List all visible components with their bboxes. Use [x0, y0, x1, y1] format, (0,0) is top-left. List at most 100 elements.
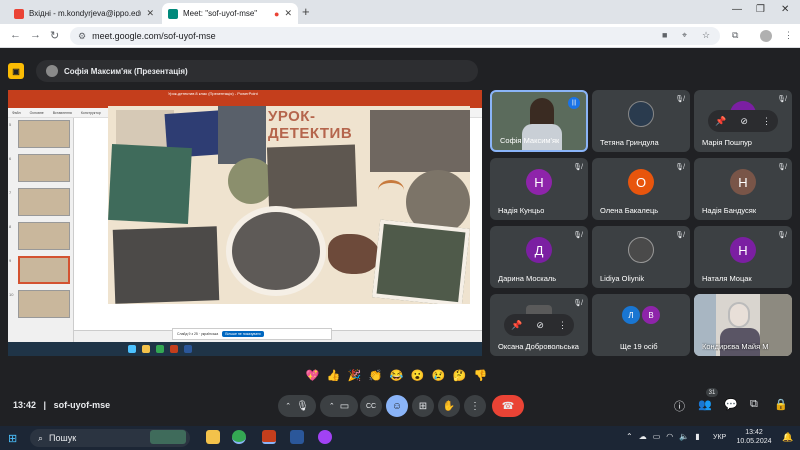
language-indicator[interactable]: УКР	[713, 434, 726, 441]
close-window-icon[interactable]: ✕	[781, 4, 789, 15]
emoji-icon: ☺	[391, 400, 403, 412]
participant-tile[interactable]: ||| Софія Максим'як	[490, 90, 588, 152]
battery-icon[interactable]: ▮	[695, 432, 699, 441]
notice-button[interactable]: Більше не показувати	[222, 331, 264, 337]
search-placeholder: Пошук	[49, 433, 77, 443]
powerpoint-icon[interactable]	[262, 430, 276, 444]
presenter-label: Софія Максим'як (Презентація)	[64, 66, 188, 76]
more-options-icon[interactable]: ⋮	[558, 320, 567, 331]
camera-permission-icon[interactable]: ■	[662, 30, 667, 40]
reaction-thumbs-down[interactable]: 👎	[472, 367, 489, 384]
participant-tile[interactable]: 🎙︎̸ М 📌 ⊘ ⋮ Марія Пошпур	[694, 90, 792, 152]
bookmark-star-icon[interactable]: ☆	[702, 30, 710, 41]
participant-tile[interactable]: 🎙︎̸ Тетяна Гриндула	[592, 90, 690, 152]
camera-button[interactable]: ⌃ ▭	[320, 395, 358, 417]
activities-icon[interactable]: ⧉	[750, 398, 758, 411]
participant-tile[interactable]: 🎙︎̸ Н Надія Кунцьо	[490, 158, 588, 220]
close-tab-icon[interactable]: ✕	[284, 8, 292, 19]
captions-button[interactable]: CC	[360, 395, 382, 417]
more-options-button[interactable]: ⋮	[464, 395, 486, 417]
notice-text: Слайд 9 з 25 · українська	[177, 332, 219, 336]
ribbon-tab: Основне	[29, 110, 44, 115]
pin-icon[interactable]: 📌	[511, 320, 522, 331]
chevron-up-icon[interactable]: ⌃	[285, 402, 291, 410]
wifi-icon[interactable]: ◠	[666, 432, 673, 441]
back-arrow-icon[interactable]: ←	[10, 29, 21, 41]
present-button[interactable]: ⊞	[412, 395, 434, 417]
location-icon[interactable]: ⌖	[682, 30, 687, 41]
participant-name: Кондирєва Майя М	[702, 342, 769, 351]
participant-avatar: О	[628, 169, 654, 195]
participant-tile[interactable]: 🎙︎̸ 📌 ⊘ ⋮ Оксана Добровольська	[490, 294, 588, 356]
people-icon[interactable]: 👥	[698, 398, 712, 411]
emoji-reactions-button[interactable]: ☺	[386, 395, 408, 417]
reaction-laugh[interactable]: 😂	[388, 367, 405, 384]
chat-icon[interactable]: 💬	[724, 398, 738, 411]
more-options-icon[interactable]: ⋮	[762, 116, 771, 127]
omnibox[interactable]: ⚙ meet.google.com/sof-uyof-mse	[70, 27, 720, 45]
pin-icon[interactable]: 📌	[715, 116, 726, 127]
mute-icon[interactable]: ⊘	[536, 320, 544, 331]
chevron-up-icon[interactable]: ⌃	[626, 432, 633, 441]
meeting-details-icon[interactable]: ⓘ	[674, 398, 685, 414]
tab-gmail[interactable]: Вхідні - m.kondyrjeva@ippo.edu.te ✕	[8, 3, 160, 24]
minimize-icon[interactable]: —	[732, 4, 742, 15]
reaction-clap[interactable]: 👏	[367, 367, 384, 384]
more-participants-tile[interactable]: Л В Ще 19 осіб	[592, 294, 690, 356]
weather-widget-icon[interactable]	[150, 430, 186, 444]
maximize-icon[interactable]: ❐	[756, 4, 765, 15]
file-explorer-icon[interactable]	[206, 430, 220, 444]
profile-avatar[interactable]	[760, 30, 772, 42]
participant-name: Софія Максим'як	[500, 136, 560, 145]
new-tab-button[interactable]: +	[302, 4, 310, 19]
reload-icon[interactable]: ↻	[50, 29, 59, 42]
ribbon-tab: Вставлення	[52, 110, 72, 115]
site-info-icon[interactable]: ⚙	[78, 31, 86, 42]
participant-tile[interactable]: 🎙︎̸ О Олена Бакалець	[592, 158, 690, 220]
reaction-thumbs-up[interactable]: 👍	[325, 367, 342, 384]
taskbar-clock[interactable]: 13:42 10.05.2024	[734, 428, 774, 446]
captions-icon: CC	[365, 402, 377, 410]
tab-meet[interactable]: Meet: "sof-uyof-mse" ● ✕	[162, 3, 298, 24]
thumb-number: 9	[9, 258, 12, 263]
reaction-sad[interactable]: 😢	[430, 367, 447, 384]
close-tab-icon[interactable]: ✕	[146, 8, 154, 19]
chevron-up-icon[interactable]: ⌃	[329, 402, 335, 410]
notifications-icon[interactable]: 🔔	[782, 432, 793, 443]
avatar-initial: В	[648, 310, 654, 320]
reaction-heart[interactable]: 💖	[304, 367, 321, 384]
extensions-icon[interactable]: ⧉	[732, 30, 738, 41]
thumb-number: 10	[9, 292, 14, 297]
volume-icon[interactable]: 🔈	[679, 432, 689, 441]
reaction-party[interactable]: 🎉	[346, 367, 363, 384]
participant-tile[interactable]: 🎙︎̸ Д Дарина Москаль	[490, 226, 588, 288]
participant-tile[interactable]: Кондирєва Майя М	[694, 294, 792, 356]
participant-tile[interactable]: 🎙︎̸ Lidiya Oliynik	[592, 226, 690, 288]
mic-muted-icon: 🎙︎̸	[573, 232, 582, 239]
host-controls-icon[interactable]: 🔒	[774, 398, 788, 411]
network-icon[interactable]: ▭	[653, 432, 661, 441]
mic-muted-icon: 🎙︎̸	[777, 96, 786, 103]
participant-tile[interactable]: 🎙︎̸ Н Надія Бандусяк	[694, 158, 792, 220]
raise-hand-button[interactable]: ✋	[438, 395, 460, 417]
meet-icon	[168, 8, 178, 19]
cloud-icon[interactable]: ☁	[639, 432, 647, 441]
reaction-surprised[interactable]: 😮	[409, 367, 426, 384]
microphone-button[interactable]: ⌃ 🎙︎	[278, 395, 316, 417]
tab-title: Meet: "sof-uyof-mse"	[183, 9, 258, 18]
presenter-pill[interactable]: Софія Максим'як (Презентація)	[36, 60, 478, 82]
decor-shape	[328, 234, 380, 274]
participant-count-badge: 31	[706, 388, 718, 397]
leave-call-button[interactable]: ☎	[492, 395, 524, 417]
menu-kebab-icon[interactable]: ⋮	[784, 30, 793, 41]
mute-icon[interactable]: ⊘	[740, 116, 748, 127]
forward-arrow-icon[interactable]: →	[30, 29, 41, 41]
hang-up-icon: ☎	[501, 400, 515, 412]
chrome-icon[interactable]	[232, 430, 246, 444]
windows-start-icon[interactable]: ⊞	[8, 432, 17, 445]
app-icon[interactable]	[318, 430, 332, 444]
participant-tile[interactable]: 🎙︎̸ Н Наталя Моцак	[694, 226, 792, 288]
word-icon[interactable]	[290, 430, 304, 444]
reaction-thinking[interactable]: 🤔	[451, 367, 468, 384]
decor-squiggle	[378, 180, 404, 200]
